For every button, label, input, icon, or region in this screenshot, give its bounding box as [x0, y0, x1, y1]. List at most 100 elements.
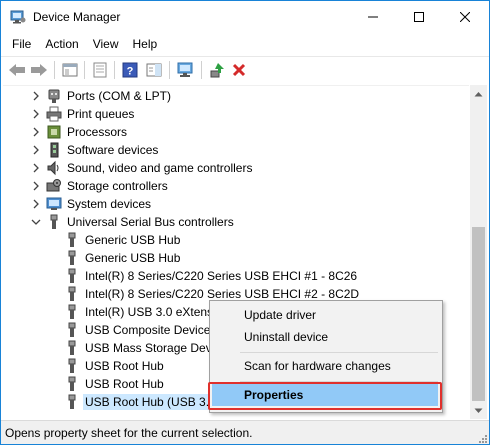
monitor-scan-icon — [177, 62, 193, 77]
tree-item-label: System devices — [67, 197, 152, 211]
usb-controller-icon — [46, 214, 62, 230]
menu-view[interactable]: View — [86, 37, 126, 51]
usb-plug-icon — [64, 250, 80, 266]
usb-child-item[interactable]: Generic USB Hub — [3, 249, 463, 267]
vertical-scrollbar[interactable] — [470, 85, 487, 419]
toolbar-separator — [114, 61, 115, 79]
minimize-button[interactable] — [350, 1, 396, 33]
scan-hardware-button[interactable] — [176, 60, 196, 80]
usb-plug-icon — [64, 394, 80, 410]
tree-item-software-devices[interactable]: Software devices — [3, 141, 463, 159]
svg-text:?: ? — [127, 66, 134, 78]
minimize-icon — [368, 16, 378, 18]
usb-plug-icon — [64, 232, 80, 248]
window-title: Device Manager — [33, 10, 121, 24]
usb-plug-icon — [64, 340, 80, 356]
chevron-right-icon[interactable] — [31, 199, 41, 209]
chevron-right-icon[interactable] — [31, 163, 41, 173]
menu-item-uninstall-device[interactable]: Uninstall device — [212, 326, 438, 348]
chevron-right-icon[interactable] — [31, 109, 41, 119]
tree-item-label: Processors — [67, 125, 128, 139]
chevron-right-icon[interactable] — [31, 181, 41, 191]
tree-item-label: Storage controllers — [67, 179, 168, 193]
scroll-down-button[interactable] — [470, 402, 487, 419]
chevron-right-icon[interactable] — [31, 145, 41, 155]
show-hide-console-tree-button[interactable] — [60, 60, 80, 80]
tree-item-sound-video[interactable]: Sound, video and game controllers — [3, 159, 463, 177]
tree-item-label: Sound, video and game controllers — [67, 161, 253, 175]
tree-item-label: USB Mass Storage Devic — [85, 341, 221, 355]
status-text: Opens property sheet for the current sel… — [5, 426, 253, 440]
chevron-right-icon[interactable] — [31, 127, 41, 137]
title-bar[interactable]: Device Manager — [1, 1, 489, 33]
usb-plug-icon — [64, 358, 80, 374]
help-toolbar-button[interactable]: ? — [120, 60, 140, 80]
device-manager-app-icon — [10, 10, 26, 24]
chevron-right-icon[interactable] — [31, 91, 41, 101]
resize-grip-icon[interactable] — [477, 433, 487, 443]
tree-item-ports[interactable]: Ports (COM & LPT) — [3, 87, 463, 105]
scroll-up-arrow-icon — [474, 91, 483, 96]
back-button[interactable] — [7, 60, 27, 80]
scroll-up-button[interactable] — [470, 85, 487, 102]
menu-file[interactable]: File — [5, 37, 38, 51]
scroll-down-arrow-icon — [474, 408, 483, 413]
tree-item-label: USB Root Hub — [85, 377, 164, 391]
storage-controller-icon — [46, 178, 62, 194]
update-driver-icon — [210, 63, 224, 78]
help-icon: ? — [122, 62, 138, 78]
printer-icon — [46, 106, 62, 122]
menu-item-update-driver[interactable]: Update driver — [212, 304, 438, 326]
toolbar-separator — [201, 61, 202, 79]
menu-item-scan-hardware[interactable]: Scan for hardware changes — [212, 355, 438, 377]
tree-item-label: Intel(R) USB 3.0 eXtensil — [85, 305, 219, 319]
menu-item-label: Uninstall device — [244, 330, 329, 344]
action-pane-button[interactable] — [144, 60, 164, 80]
software-device-icon — [46, 142, 62, 158]
back-arrow-icon — [9, 64, 25, 76]
tree-item-label: Ports (COM & LPT) — [67, 89, 172, 103]
port-icon — [46, 88, 62, 104]
tree-item-processors[interactable]: Processors — [3, 123, 463, 141]
maximize-button[interactable] — [396, 1, 442, 33]
close-button[interactable] — [442, 1, 488, 33]
tree-item-label: Universal Serial Bus controllers — [67, 215, 234, 229]
properties-highlight-callout — [208, 382, 442, 410]
scrollbar-thumb[interactable] — [472, 227, 485, 401]
update-driver-button[interactable] — [207, 60, 227, 80]
usb-plug-icon — [64, 322, 80, 338]
usb-plug-icon — [64, 304, 80, 320]
tree-item-label: Generic USB Hub — [85, 251, 181, 265]
properties-sheet-icon — [93, 62, 107, 78]
menu-separator — [240, 352, 438, 353]
system-device-icon — [46, 196, 62, 212]
usb-plug-icon — [64, 376, 80, 392]
uninstall-device-button[interactable] — [229, 60, 249, 80]
menu-action[interactable]: Action — [38, 37, 85, 51]
menu-help[interactable]: Help — [126, 37, 165, 51]
usb-child-item[interactable]: Intel(R) 8 Series/C220 Series USB EHCI #… — [3, 267, 463, 285]
red-x-icon — [232, 63, 246, 77]
forward-button[interactable] — [29, 60, 49, 80]
speaker-icon — [46, 160, 62, 176]
device-manager-window: Device Manager File Action View Help ? P… — [0, 0, 490, 445]
chevron-down-icon[interactable] — [31, 217, 41, 227]
tree-item-system-devices[interactable]: System devices — [3, 195, 463, 213]
toolbar-separator — [54, 61, 55, 79]
tree-item-storage-controllers[interactable]: Storage controllers — [3, 177, 463, 195]
status-bar: Opens property sheet for the current sel… — [1, 420, 489, 444]
close-icon — [460, 12, 470, 22]
tree-item-label: USB Root Hub — [85, 359, 164, 373]
tree-item-print-queues[interactable]: Print queues — [3, 105, 463, 123]
tree-item-label: USB Root Hub (USB 3.0) — [83, 394, 222, 410]
tree-item-usb-controllers[interactable]: Universal Serial Bus controllers — [3, 213, 463, 231]
tree-item-label: Print queues — [67, 107, 135, 121]
usb-child-item[interactable]: Generic USB Hub — [3, 231, 463, 249]
console-tree-icon — [62, 63, 78, 77]
usb-plug-icon — [64, 268, 80, 284]
forward-arrow-icon — [31, 64, 47, 76]
tree-item-label: USB Composite Device — [85, 323, 211, 337]
toolbar-separator — [84, 61, 85, 79]
tree-item-label: Software devices — [67, 143, 159, 157]
properties-toolbar-button[interactable] — [90, 60, 110, 80]
